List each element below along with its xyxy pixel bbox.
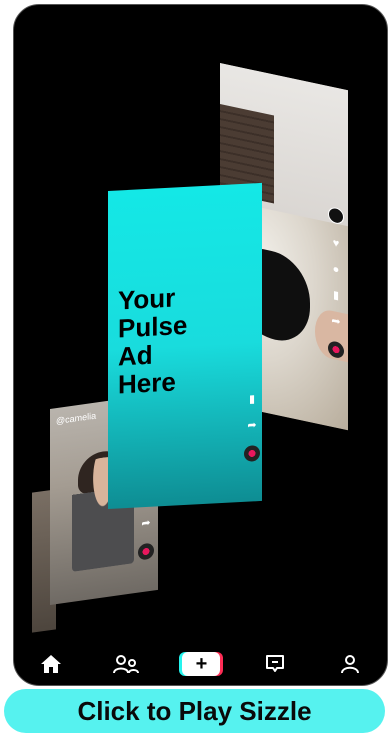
nav-create-button[interactable]: +	[179, 649, 224, 679]
bookmark-icon[interactable]: ▮	[330, 288, 342, 303]
play-sizzle-button[interactable]: Click to Play Sizzle	[4, 689, 385, 733]
friends-icon	[112, 655, 139, 674]
share-icon[interactable]: ➦	[140, 517, 152, 531]
video-carousel[interactable]: @camelia ▮ ➦ ♥ ● ▮ ➦	[14, 5, 387, 685]
comment-icon[interactable]: ●	[330, 262, 342, 277]
create-icon-plus: +	[182, 652, 221, 676]
music-disc-icon[interactable]	[244, 445, 260, 462]
home-icon	[41, 655, 62, 673]
bottom-nav: +	[14, 641, 387, 685]
profile-icon	[340, 655, 359, 674]
heart-icon[interactable]: ♥	[330, 236, 342, 251]
phone-frame: @camelia ▮ ➦ ♥ ● ▮ ➦	[13, 4, 388, 686]
inbox-icon	[266, 655, 285, 672]
music-disc-icon[interactable]	[138, 542, 154, 561]
bookmark-icon[interactable]: ▮	[246, 393, 258, 406]
music-disc-icon[interactable]	[328, 339, 344, 360]
pulse-ad-card[interactable]: Your Pulse Ad Here ▮ ➦	[108, 182, 262, 509]
cat-side-icons: ♥ ● ▮ ➦	[328, 205, 344, 360]
nav-home-button[interactable]	[33, 649, 69, 679]
nav-inbox-button[interactable]	[257, 649, 293, 679]
share-icon[interactable]: ➦	[330, 314, 342, 329]
nav-friends-button[interactable]	[108, 649, 144, 679]
ad-line: Here	[118, 366, 176, 400]
ad-side-icons: ▮ ➦	[244, 393, 260, 462]
ad-headline: Your Pulse Ad Here	[118, 280, 238, 400]
tiktok-avatar-icon[interactable]	[328, 205, 344, 226]
create-icon: +	[179, 652, 224, 676]
share-icon[interactable]: ➦	[246, 419, 258, 432]
creator-handle[interactable]: @camelia	[56, 411, 96, 427]
nav-profile-button[interactable]	[332, 649, 368, 679]
